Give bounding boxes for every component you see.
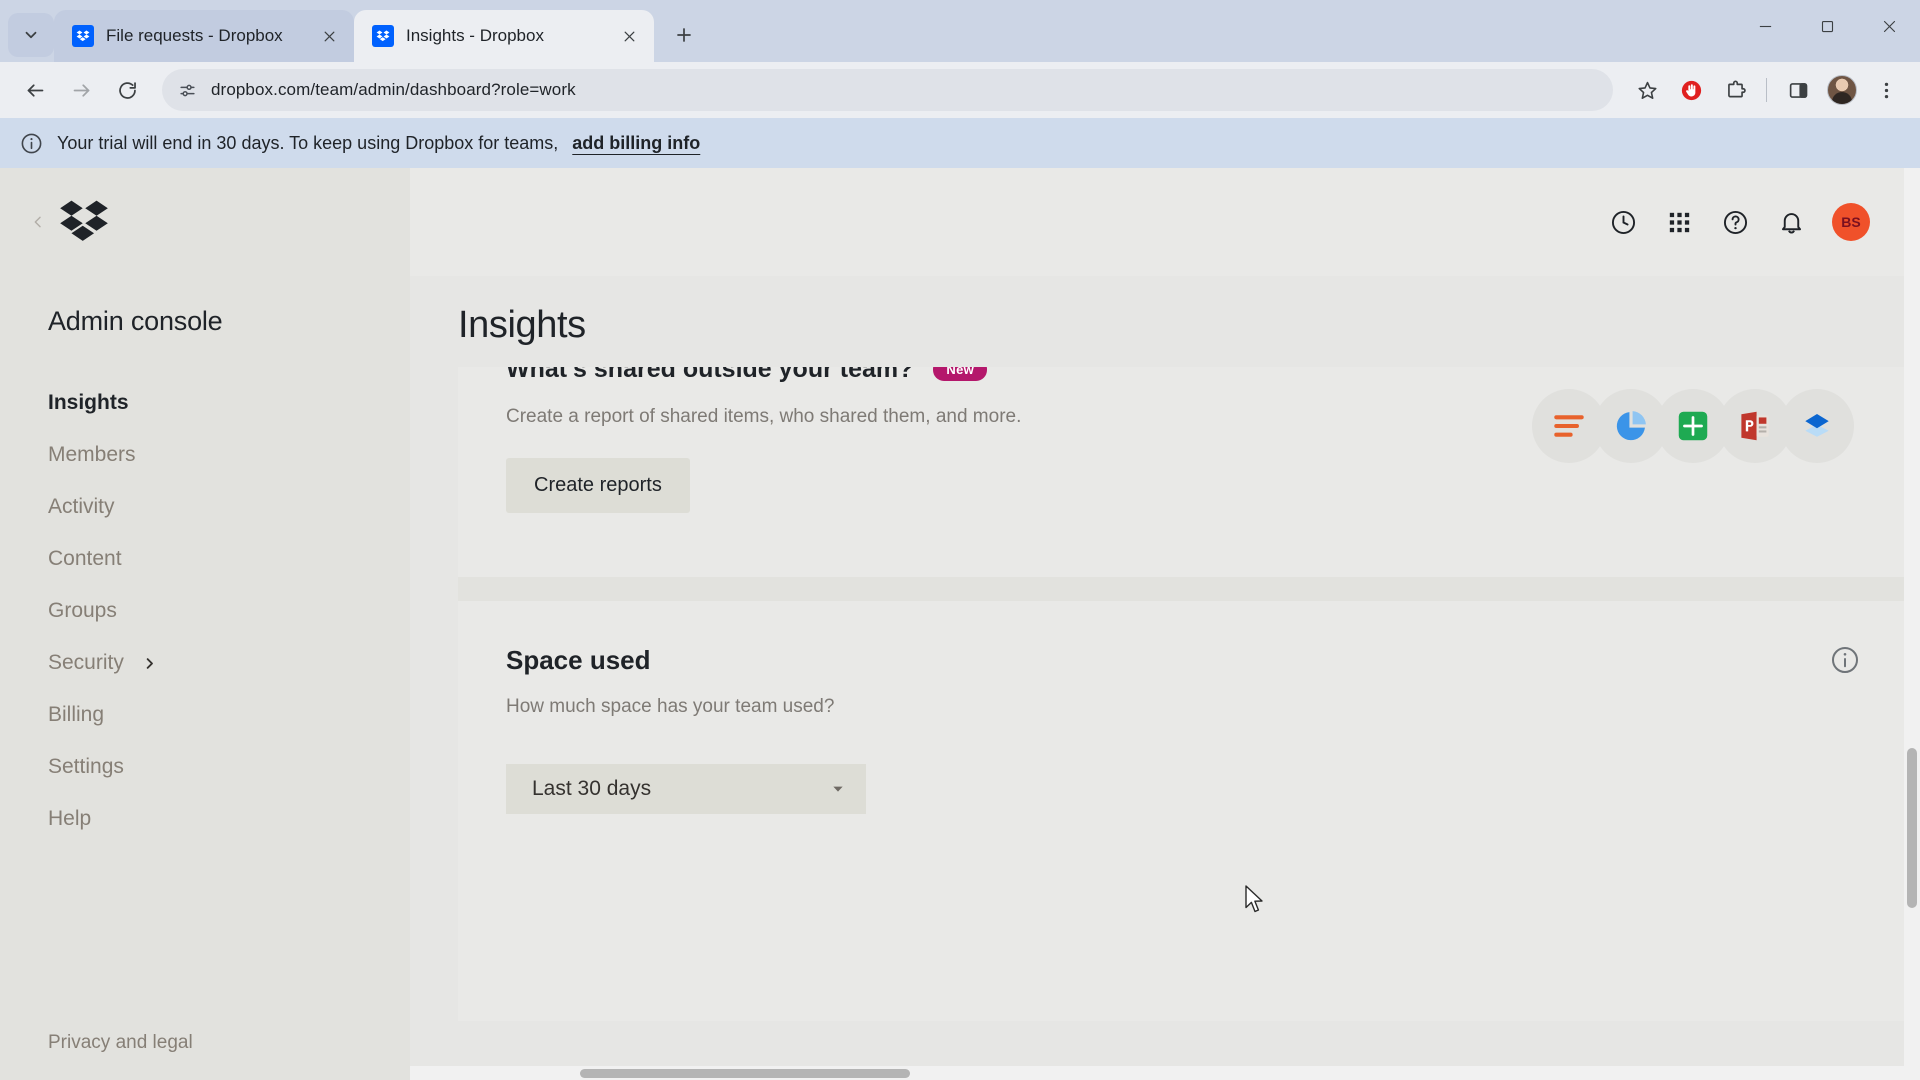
tab-title: File requests - Dropbox <box>106 26 283 45</box>
card-subtitle: How much space has your team used? <box>506 696 835 717</box>
bell-icon[interactable] <box>1768 199 1814 245</box>
sidebar-item-label: Groups <box>48 599 117 622</box>
sidebar-item-security[interactable]: Security <box>0 637 410 689</box>
page-title: Insights <box>458 304 586 346</box>
trial-banner-text: Your trial will end in 30 days. To keep … <box>57 132 559 153</box>
browser-window: File requests - Dropbox Insights - Dropb… <box>0 0 1920 1080</box>
close-icon[interactable] <box>616 23 642 49</box>
horizontal-scrollbar-thumb[interactable] <box>580 1069 910 1078</box>
sidebar-item-label: Security <box>48 651 124 674</box>
space-used-card: Space used How much space has your team … <box>458 601 1914 1021</box>
info-circle-icon <box>20 132 43 155</box>
sidebar-item-settings[interactable]: Settings <box>0 741 410 793</box>
card-title-row: What's shared outside your team? New <box>506 367 1874 384</box>
close-window-button[interactable] <box>1858 0 1920 52</box>
url-text: dropbox.com/team/admin/dashboard?role=wo… <box>211 80 576 99</box>
browser-toolbar: dropbox.com/team/admin/dashboard?role=wo… <box>0 62 1920 118</box>
main-content: BS Insights What's shared outside your t… <box>410 168 1920 1080</box>
apps-grid-icon[interactable] <box>1656 199 1702 245</box>
horizontal-scrollbar[interactable] <box>410 1066 1904 1080</box>
sidebar-item-help[interactable]: Help <box>0 793 410 845</box>
tab-search-button[interactable] <box>8 13 54 57</box>
toolbar-divider <box>1766 78 1767 102</box>
sidebar-item-billing[interactable]: Billing <box>0 689 410 741</box>
browser-menu-icon[interactable] <box>1866 70 1906 110</box>
status-badge: New <box>933 367 988 381</box>
tab-title: Insights - Dropbox <box>406 26 544 45</box>
date-range-value: Last 30 days <box>532 777 652 800</box>
trial-banner: Your trial will end in 30 days. To keep … <box>0 118 1920 168</box>
sidebar-item-label: Billing <box>48 703 105 726</box>
site-settings-icon[interactable] <box>178 81 197 100</box>
card-divider <box>458 577 1914 601</box>
privacy-and-legal-link[interactable]: Privacy and legal <box>48 1032 193 1054</box>
sidebar-item-content[interactable]: Content <box>0 533 410 585</box>
shared-outside-team-card: What's shared outside your team? New Cre… <box>458 367 1914 577</box>
dropbox-logo[interactable] <box>58 199 110 245</box>
profile-avatar[interactable] <box>1822 70 1862 110</box>
dropbox-icon <box>372 25 394 47</box>
card-title: Space used <box>506 645 651 675</box>
dropbox-paper-icon[interactable] <box>1780 389 1854 463</box>
window-controls <box>1734 0 1920 52</box>
chevron-left-icon[interactable] <box>30 214 46 230</box>
admin-console-title: Admin console <box>48 306 223 336</box>
browser-tab-insights[interactable]: Insights - Dropbox <box>354 10 654 62</box>
sidebar-item-label: Members <box>48 443 136 466</box>
new-tab-button[interactable] <box>664 15 704 55</box>
sidebar-item-members[interactable]: Members <box>0 429 410 481</box>
back-button[interactable] <box>14 69 56 111</box>
sidebar-nav: Insights Members Activity Content Groups <box>0 377 410 845</box>
sidebar-item-activity[interactable]: Activity <box>0 481 410 533</box>
extensions-icon[interactable] <box>1715 70 1755 110</box>
close-icon[interactable] <box>316 23 342 49</box>
app-icons-row <box>1532 389 1854 463</box>
side-panel-icon[interactable] <box>1778 70 1818 110</box>
date-range-dropdown[interactable]: Last 30 days <box>506 764 866 814</box>
bookmark-star-icon[interactable] <box>1627 70 1667 110</box>
maximize-button[interactable] <box>1796 0 1858 52</box>
dashboard-scroll-area: What's shared outside your team? New Cre… <box>410 367 1920 1079</box>
minimize-button[interactable] <box>1734 0 1796 52</box>
sidebar-item-label: Activity <box>48 495 115 518</box>
help-circle-icon[interactable] <box>1712 199 1758 245</box>
adblock-icon[interactable] <box>1671 70 1711 110</box>
add-billing-info-link[interactable]: add billing info <box>572 133 700 154</box>
sidebar-item-label: Insights <box>48 391 129 414</box>
vertical-scrollbar-thumb[interactable] <box>1907 748 1917 908</box>
sidebar-item-label: Help <box>48 807 92 830</box>
sidebar-logo-row <box>0 168 410 276</box>
sidebar-item-label: Content <box>48 547 122 570</box>
browser-tab-file-requests[interactable]: File requests - Dropbox <box>54 10 354 62</box>
address-bar[interactable]: dropbox.com/team/admin/dashboard?role=wo… <box>162 69 1613 111</box>
sidebar-item-groups[interactable]: Groups <box>0 585 410 637</box>
vertical-scrollbar[interactable] <box>1904 168 1920 1080</box>
card-title: What's shared outside your team? <box>506 367 914 383</box>
forward-button[interactable] <box>60 69 102 111</box>
dropbox-icon <box>72 25 94 47</box>
create-reports-button[interactable]: Create reports <box>506 458 690 513</box>
app-header: BS <box>410 168 1920 276</box>
page-content: Your trial will end in 30 days. To keep … <box>0 118 1920 1080</box>
sidebar: Admin console Insights Members Activity … <box>0 168 410 1080</box>
admin-console: Admin console Insights Members Activity … <box>0 168 1920 1080</box>
user-avatar[interactable]: BS <box>1832 203 1870 241</box>
chevron-down-icon <box>830 781 846 797</box>
sidebar-item-label: Settings <box>48 755 124 778</box>
info-circle-icon[interactable] <box>1830 645 1860 675</box>
sidebar-item-insights[interactable]: Insights <box>0 377 410 429</box>
reload-button[interactable] <box>106 69 148 111</box>
clock-icon[interactable] <box>1600 199 1646 245</box>
chevron-right-icon <box>142 656 157 671</box>
tab-strip: File requests - Dropbox Insights - Dropb… <box>0 0 1920 62</box>
